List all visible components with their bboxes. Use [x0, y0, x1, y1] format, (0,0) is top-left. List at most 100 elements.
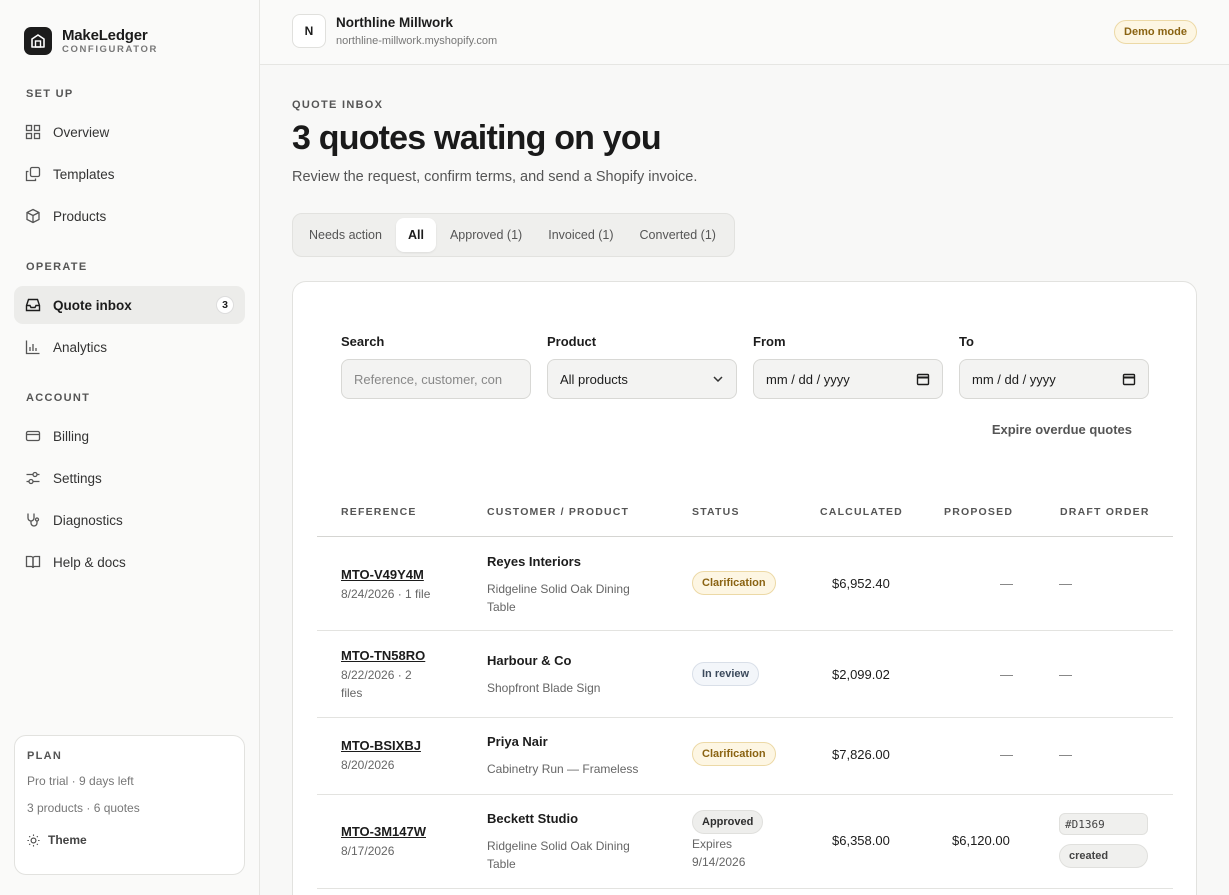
status-badge: In review: [692, 662, 760, 686]
quote-reference-link[interactable]: MTO-BSIXBJ: [341, 738, 421, 753]
section-label-setup: SET UP: [26, 88, 74, 100]
expiry-date: Expires 9/14/2026: [692, 837, 746, 869]
quote-meta: 8/22/2026 · 2 files: [341, 668, 412, 700]
tab-all[interactable]: All: [395, 218, 436, 252]
product-select[interactable]: All products: [547, 359, 737, 399]
draft-order-id[interactable]: #D1369: [1059, 813, 1148, 835]
quote-reference-link[interactable]: MTO-3M147W: [341, 824, 426, 839]
tab-invoiced[interactable]: Invoiced (1): [536, 218, 625, 252]
draft-order: —: [1059, 576, 1072, 591]
proposed-amount: —: [1000, 667, 1013, 682]
quote-reference-link[interactable]: MTO-TN58RO: [341, 648, 425, 663]
page-eyebrow: QUOTE INBOX: [292, 99, 384, 111]
stethoscope-icon: [24, 512, 41, 529]
sidebar-item-label: Help & docs: [53, 554, 126, 570]
store-avatar[interactable]: N: [292, 14, 326, 48]
draft-order-status: created: [1059, 844, 1148, 868]
copy-icon: [24, 166, 41, 183]
quote-reference-link[interactable]: MTO-V49Y4M: [341, 567, 424, 582]
grid-icon: [24, 124, 41, 141]
search-input[interactable]: Reference, customer, con: [341, 359, 531, 399]
quote-meta: 8/20/2026: [341, 758, 395, 772]
chevron-down-icon: [712, 372, 724, 386]
book-icon: [24, 554, 41, 571]
from-date-input[interactable]: mm / dd / yyyy: [753, 359, 943, 399]
brand[interactable]: MakeLedger CONFIGURATOR: [24, 27, 158, 55]
product-select-value: All products: [560, 371, 628, 387]
plan-trial-status: Pro trial · 9 days left: [27, 774, 134, 788]
brand-subtitle: CONFIGURATOR: [62, 43, 158, 55]
sidebar-item-label: Analytics: [53, 339, 108, 355]
product-name: Ridgeline Solid Oak Dining Table: [487, 582, 630, 614]
inbox-icon: [24, 297, 41, 314]
to-label: To: [959, 334, 974, 349]
expire-overdue-button[interactable]: Expire overdue quotes: [992, 422, 1132, 437]
sidebar-item-quote-inbox[interactable]: Quote inbox 3: [14, 286, 245, 324]
customer-name: Harbour & Co: [487, 653, 572, 668]
calculated-amount: $6,952.40: [832, 576, 890, 591]
from-date-value: mm / dd / yyyy: [766, 371, 850, 387]
calendar-icon: [916, 372, 930, 386]
brand-name: MakeLedger: [62, 26, 148, 44]
column-header-draft-order: DRAFT ORDER: [1060, 506, 1150, 518]
draft-order: —: [1059, 747, 1072, 762]
column-header-status: STATUS: [692, 506, 740, 518]
customer-name: Reyes Interiors: [487, 554, 581, 569]
sidebar-item-label: Diagnostics: [53, 512, 123, 528]
tab-converted[interactable]: Converted (1): [628, 218, 728, 252]
store-name: Northline Millwork: [336, 15, 454, 30]
sidebar-item-label: Products: [53, 208, 107, 224]
customer-name: Priya Nair: [487, 734, 548, 749]
product-name: Cabinetry Run — Frameless: [487, 762, 639, 776]
sidebar-item-label: Overview: [53, 124, 110, 140]
row-divider: [317, 888, 1173, 889]
sidebar-item-billing[interactable]: Billing: [14, 417, 245, 455]
sidebar-item-label: Settings: [53, 470, 102, 486]
sidebar-item-settings[interactable]: Settings: [14, 459, 245, 497]
table-row[interactable]: MTO-V49Y4M 8/24/2026 · 1 file Reyes Inte…: [317, 537, 1173, 630]
to-date-value: mm / dd / yyyy: [972, 371, 1056, 387]
table-row[interactable]: MTO-TN58RO 8/22/2026 · 2 files Harbour &…: [317, 631, 1173, 717]
sidebar-item-label: Quote inbox: [53, 297, 132, 313]
status-tabs: Needs action All Approved (1) Invoiced (…: [292, 213, 735, 257]
sidebar-item-help-docs[interactable]: Help & docs: [14, 543, 245, 581]
sidebar-item-templates[interactable]: Templates: [14, 155, 245, 193]
sidebar-item-products[interactable]: Products: [14, 197, 245, 235]
demo-mode-badge: Demo mode: [1114, 20, 1197, 44]
status-badge: Clarification: [692, 571, 776, 595]
product-label: Product: [547, 334, 597, 349]
plan-usage: 3 products · 6 quotes: [27, 801, 140, 815]
product-name: Ridgeline Solid Oak Dining Table: [487, 839, 630, 871]
brand-logo-icon: [24, 27, 52, 55]
sliders-icon: [24, 470, 41, 487]
sidebar-item-overview[interactable]: Overview: [14, 113, 245, 151]
from-label: From: [753, 334, 786, 349]
quote-meta: 8/24/2026 · 1 file: [341, 587, 431, 601]
proposed-amount: —: [1000, 576, 1013, 591]
calendar-icon: [1122, 372, 1136, 386]
sidebar-item-label: Templates: [53, 166, 115, 182]
to-date-input[interactable]: mm / dd / yyyy: [959, 359, 1149, 399]
quote-meta: 8/17/2026: [341, 844, 395, 858]
tab-approved[interactable]: Approved (1): [438, 218, 534, 252]
sidebar-item-analytics[interactable]: Analytics: [14, 328, 245, 366]
sidebar: MakeLedger CONFIGURATOR SET UP Overview …: [0, 0, 260, 895]
customer-name: Beckett Studio: [487, 811, 579, 826]
theme-toggle-button[interactable]: Theme: [27, 833, 232, 847]
proposed-amount: $6,120.00: [952, 833, 1010, 848]
table-row[interactable]: MTO-3M147W 8/17/2026 Beckett Studio Ridg…: [317, 795, 1173, 888]
table-row[interactable]: MTO-BSIXBJ 8/20/2026 Priya Nair Cabinetr…: [317, 718, 1173, 794]
status-badge: Clarification: [692, 742, 776, 766]
quote-count-badge: 3: [216, 296, 234, 314]
plan-card: PLAN Pro trial · 9 days left 3 products …: [14, 735, 245, 875]
page-title: 3 quotes waiting on you: [292, 119, 662, 157]
section-label-account: ACCOUNT: [26, 392, 91, 404]
topbar: N Northline Millwork northline-millwork.…: [260, 0, 1229, 65]
tab-needs-action[interactable]: Needs action: [297, 218, 394, 252]
sidebar-item-label: Billing: [53, 428, 90, 444]
draft-order: —: [1059, 667, 1072, 682]
calculated-amount: $2,099.02: [832, 667, 890, 682]
status-badge: Approved: [692, 810, 764, 834]
bar-chart-icon: [24, 339, 41, 356]
sidebar-item-diagnostics[interactable]: Diagnostics: [14, 501, 245, 539]
